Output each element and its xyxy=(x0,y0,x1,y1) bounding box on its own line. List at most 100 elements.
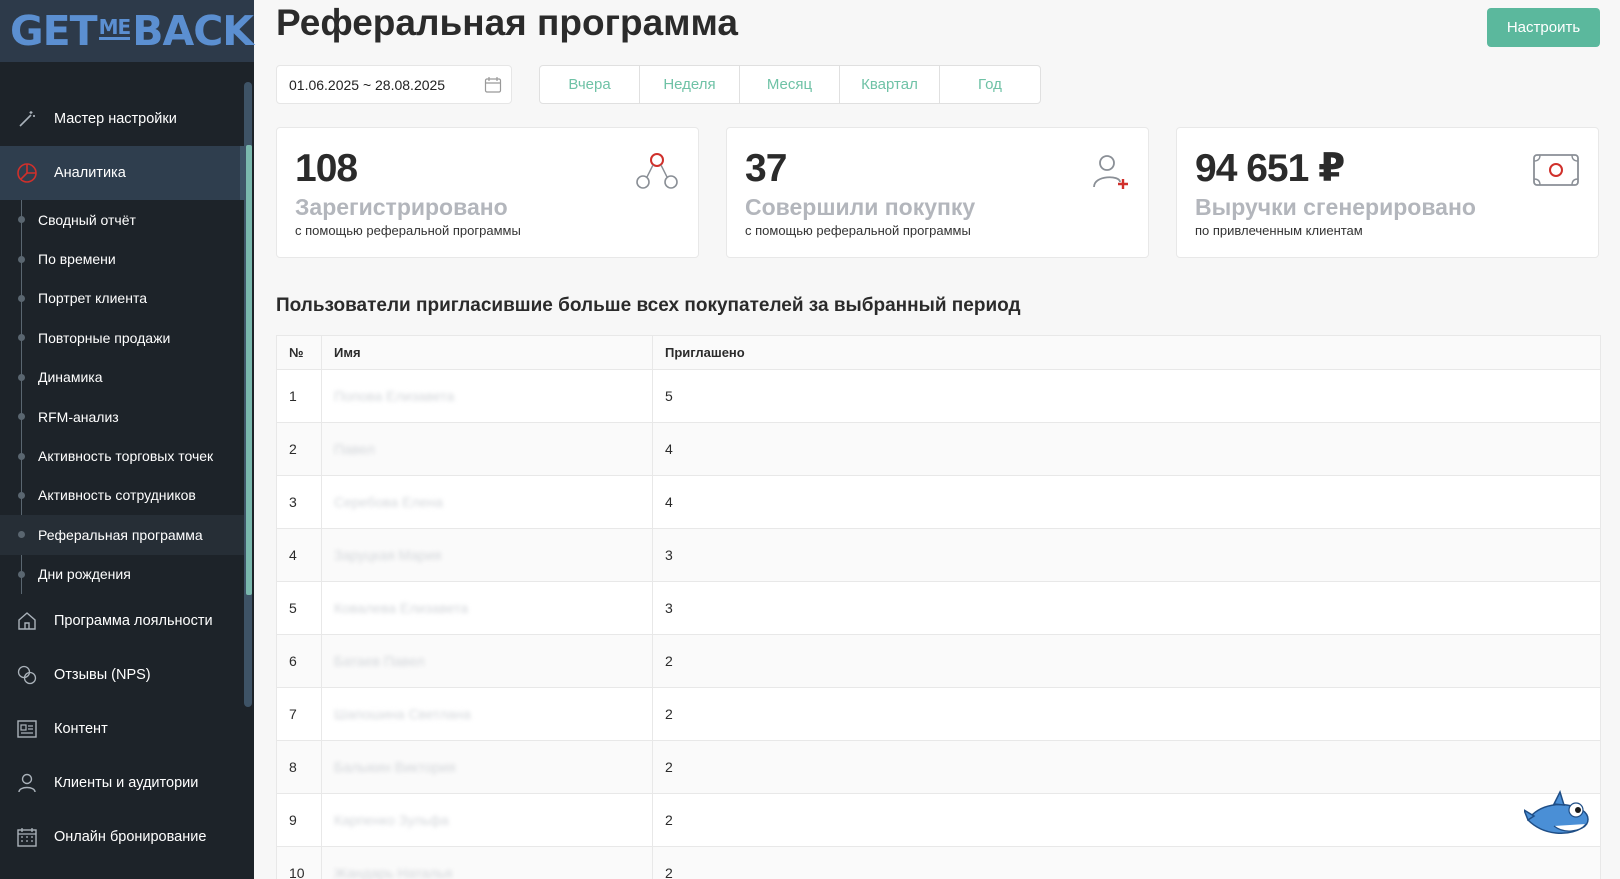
period-yesterday[interactable]: Вчера xyxy=(540,66,640,103)
table-row[interactable]: 9 Карпенко Зульфа 2 xyxy=(277,794,1600,847)
date-range-picker[interactable]: 01.06.2025 ~ 28.08.2025 xyxy=(276,65,512,104)
sidebar-subitem-label: Сводный отчёт xyxy=(38,211,136,228)
referral-network-icon xyxy=(634,152,680,195)
sidebar-subitem-label: Дни рождения xyxy=(38,566,131,583)
setup-button[interactable]: Настроить xyxy=(1487,8,1600,47)
table-row[interactable]: 4 Заруцкая Мария 3 xyxy=(277,529,1600,582)
table-row[interactable]: 7 Шапошина Светлана 2 xyxy=(277,688,1600,741)
column-header-number[interactable]: № xyxy=(277,336,322,369)
stat-label: Зарегистрировано xyxy=(295,194,508,220)
sidebar-subitem-birthdays[interactable]: Дни рождения xyxy=(18,555,246,594)
sidebar-subitem-rfm[interactable]: RFM-анализ xyxy=(18,397,246,436)
stat-value: 94 651 ₽ xyxy=(1195,147,1345,190)
cell-invited: 3 xyxy=(665,547,673,563)
user-icon xyxy=(16,772,38,794)
stat-card-registered: 108 Зарегистрировано с помощью реферальн… xyxy=(276,127,699,258)
table-row[interactable]: 1 Попова Елизавета 5 xyxy=(277,370,1600,423)
stat-value: 108 xyxy=(295,147,358,190)
date-range-value: 01.06.2025 ~ 28.08.2025 xyxy=(289,76,446,93)
cell-name: Павел xyxy=(334,441,375,457)
bullet xyxy=(18,531,25,539)
sidebar-subitem-summary[interactable]: Сводный отчёт xyxy=(18,200,246,239)
sidebar-subitem-by-time[interactable]: По времени xyxy=(18,239,246,278)
sidebar-item-setup-wizard[interactable]: Мастер настройки xyxy=(0,92,246,146)
cell-name: Заруцкая Мария xyxy=(334,547,442,563)
wand-icon xyxy=(16,108,38,130)
cell-number: 8 xyxy=(277,741,322,793)
sidebar-subitem-repeat-sales[interactable]: Повторные продажи xyxy=(18,318,246,357)
sidebar-item-label: Онлайн бронирование xyxy=(54,828,207,845)
logo-text: GET MEBACK xyxy=(10,7,254,55)
shark-mascot-chat-icon[interactable] xyxy=(1522,789,1594,847)
stat-value: 37 xyxy=(745,147,787,190)
stats-cards: 108 Зарегистрировано с помощью реферальн… xyxy=(276,127,1600,258)
period-quarter[interactable]: Квартал xyxy=(840,66,940,103)
sidebar-item-clients[interactable]: Клиенты и аудитории xyxy=(0,756,246,810)
table-row[interactable]: 5 Ковалева Елизавета 3 xyxy=(277,582,1600,635)
bullet xyxy=(18,334,25,342)
table-header: № Имя Приглашено xyxy=(277,336,1600,370)
pie-chart-icon xyxy=(16,162,38,184)
cell-invited: 3 xyxy=(665,600,673,616)
calendar-icon[interactable] xyxy=(484,76,502,97)
sidebar-subitem-staff-activity[interactable]: Активность сотрудников xyxy=(18,476,246,515)
sidebar-subitem-label: Повторные продажи xyxy=(38,329,171,346)
bullet xyxy=(18,373,25,381)
bullet xyxy=(18,255,25,263)
table-row[interactable]: 10 Жандарь Наталья 2 xyxy=(277,847,1600,879)
period-month[interactable]: Месяц xyxy=(740,66,840,103)
sidebar-item-analytics[interactable]: Аналитика xyxy=(0,146,246,200)
period-selector: Вчера Неделя Месяц Квартал Год xyxy=(539,65,1041,104)
sidebar-subitem-label: Активность торговых точек xyxy=(38,448,214,465)
cell-number: 10 xyxy=(277,847,322,879)
table-row[interactable]: 3 Серебова Елена 4 xyxy=(277,476,1600,529)
sidebar-subitem-client-portrait[interactable]: Портрет клиента xyxy=(18,279,246,318)
cell-number: 3 xyxy=(277,476,322,528)
sidebar-subitem-dynamics[interactable]: Динамика xyxy=(18,358,246,397)
sidebar-item-content[interactable]: Контент xyxy=(0,702,246,756)
sidebar-subitem-referral[interactable]: Реферальная программа xyxy=(0,515,246,555)
stat-sublabel: по привлеченным клиентам xyxy=(1195,223,1363,238)
analytics-submenu: Сводный отчёт По времени Портрет клиента… xyxy=(0,200,246,594)
sidebar-item-booking[interactable]: Онлайн бронирование xyxy=(0,810,246,864)
column-header-name[interactable]: Имя xyxy=(322,336,653,369)
sidebar-item-label: Контент xyxy=(54,720,108,737)
cell-name: Серебова Елена xyxy=(334,494,443,510)
sidebar-item-loyalty[interactable]: Программа лояльности xyxy=(0,594,246,648)
cell-invited: 5 xyxy=(665,388,673,404)
bullet xyxy=(18,570,25,578)
cell-invited: 2 xyxy=(665,865,673,879)
period-year[interactable]: Год xyxy=(940,66,1040,103)
bullet xyxy=(18,491,25,499)
sidebar-subitem-label: Динамика xyxy=(38,369,103,386)
user-add-icon xyxy=(1090,152,1130,197)
column-header-invited[interactable]: Приглашено xyxy=(653,336,1600,369)
sidebar-item-label: Клиенты и аудитории xyxy=(54,774,199,791)
table-row[interactable]: 8 Балыкин Виктория 2 xyxy=(277,741,1600,794)
sidebar-subitem-stores-activity[interactable]: Активность торговых точек xyxy=(18,436,246,475)
sidebar-menu: Мастер настройки Аналитика Сводный отчёт… xyxy=(0,92,246,864)
sidebar-item-reviews[interactable]: Отзывы (NPS) xyxy=(0,648,246,702)
cell-name: Шапошина Светлана xyxy=(334,706,471,722)
cell-invited: 2 xyxy=(665,759,673,775)
cell-number: 6 xyxy=(277,635,322,687)
table-row[interactable]: 6 Батаев Павел 2 xyxy=(277,635,1600,688)
logo[interactable]: GET MEBACK xyxy=(0,0,254,62)
sidebar: GET MEBACK Мастер настройки Аналитика Сво… xyxy=(0,0,254,879)
table-row[interactable]: 2 Павел 4 xyxy=(277,423,1600,476)
calendar-icon xyxy=(16,826,38,848)
cell-name: Попова Елизавета xyxy=(334,388,455,404)
home-icon xyxy=(16,610,38,632)
sidebar-item-label: Мастер настройки xyxy=(54,111,177,127)
cell-invited: 4 xyxy=(665,441,673,457)
cell-number: 9 xyxy=(277,794,322,846)
sidebar-item-label: Программа лояльности xyxy=(54,612,213,629)
cell-name: Ковалева Елизавета xyxy=(334,600,469,616)
sidebar-item-label: Отзывы (NPS) xyxy=(54,666,151,683)
period-week[interactable]: Неделя xyxy=(640,66,740,103)
sidebar-subitem-label: Реферальная программа xyxy=(38,526,203,543)
stat-card-purchased: 37 Совершили покупку с помощью реферальн… xyxy=(726,127,1149,258)
document-icon xyxy=(16,718,38,740)
cell-invited: 2 xyxy=(665,812,673,828)
cell-invited: 2 xyxy=(665,706,673,722)
